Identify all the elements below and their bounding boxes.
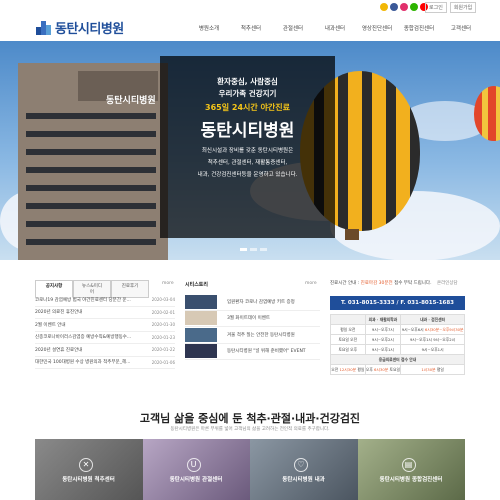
list-item[interactable]: 대한민국 100대병원 수상 병원의과 척추부문_헤... 2020-01-06: [35, 357, 175, 369]
list-item[interactable]: 코로나19 감염예방 범국 야간진료센터 당분간 운... 2020-03-04: [35, 294, 175, 307]
hero-desc1: 최신시설과 장비를 갖춘 동탄시티병원은: [201, 148, 294, 154]
thumbnail: [185, 311, 217, 326]
nav-item-joint[interactable]: 관절센터: [272, 24, 314, 32]
sns-title: 시티스토리: [185, 282, 209, 288]
join-link[interactable]: 회원가입: [449, 2, 477, 13]
thumbnail: [185, 327, 217, 342]
center-card-joint[interactable]: U 동탄시티병원 관절센터: [142, 439, 250, 500]
list-item[interactable]: 신종코로나바이러스감염증 예방수칙&예방행동수... 2020-01-23: [35, 332, 175, 344]
facebook-icon[interactable]: [390, 3, 398, 11]
notice-more-link[interactable]: more: [162, 281, 174, 286]
list-item[interactable]: 동탄시티병원 "널 위해 준비했어" EVENT: [185, 344, 320, 360]
list-item[interactable]: 겨울 척추 질는 안전한 동탄시티병원: [185, 327, 320, 344]
hero-desc3: 내과, 건강검진센터등을 운영하고 있습니다.: [197, 172, 298, 178]
hero-banner: 동탄시티병원 환자중심, 사람중심 우리가족 건강지기 365일 24시간 야간…: [0, 41, 500, 260]
center-card-checkup[interactable]: ▤ 동탄시티병원 종합검진센터: [357, 439, 465, 500]
kakao-icon[interactable]: [380, 3, 388, 11]
blog-icon[interactable]: [410, 3, 418, 11]
login-link[interactable]: 로그인: [425, 2, 447, 13]
social-links: [380, 3, 428, 11]
util-menu: 로그인 회원가입: [425, 2, 477, 13]
building-sign: 동탄시티병원: [106, 96, 156, 106]
hero-title: 동탄시티병원: [200, 121, 295, 141]
center-card-internal[interactable]: ♡ 동탄시티병원 내과: [250, 439, 358, 500]
hospital-building-image: 동탄시티병원: [18, 63, 168, 260]
thumbnail: [185, 294, 217, 309]
slider-dot[interactable]: [260, 248, 267, 251]
info-section: 공지사항 뉴스&미디어 진료후기 more 코로나19 감염예방 범국 야간진료…: [0, 270, 500, 390]
instagram-icon[interactable]: [400, 3, 408, 11]
center-cards: ✕ 동탄시티병원 척추센터 U 동탄시티병원 관절센터 ♡ 동탄시티병원 내과 …: [35, 439, 465, 500]
logo[interactable]: 동탄시티병원: [36, 18, 124, 37]
nav-item-internal[interactable]: 내과센터: [314, 24, 356, 32]
centers-section: 고객님 삶을 중심에 둔 척추·관절·내과·건강검진 동탄시티병원은 마른 부위…: [0, 400, 500, 500]
logo-text: 동탄시티병원: [55, 22, 124, 37]
schedule-table: 외과 · 재활의학과 내과 · 검진센터 평일 오전 9시~오후7시 9시~오후6시 …: [330, 314, 465, 375]
nav-item-imaging[interactable]: 영상진단센터: [356, 24, 398, 32]
spine-icon: ✕: [79, 458, 93, 472]
main-nav: 병원소개 척추센터 관절센터 내과센터 영상진단센터 종합검진센터 고객센터: [188, 24, 482, 32]
hero-line2: 우리가족 건강지기: [218, 89, 277, 98]
sns-more-link[interactable]: more: [305, 281, 317, 286]
clipboard-icon: ▤: [401, 458, 416, 472]
stethoscope-icon: ♡: [294, 458, 308, 472]
phone-bar: T. 031-8015-3333 / F. 031-8015-1683: [330, 296, 465, 310]
hero-line1: 환자중심, 사람중심: [217, 77, 278, 86]
list-item[interactable]: 2020년 설연휴 진료안내 2020-01-22: [35, 344, 175, 357]
centers-subtitle: 동탄시티병원은 마른 부위를 넓어 고객님의 삶을 고려하는 전인적 의료를 추…: [170, 427, 330, 432]
list-item[interactable]: 2020년 의료진 휴진안내 2020-02-01: [35, 307, 175, 319]
list-item[interactable]: 2월 이벤트 안내 2020-01-30: [35, 319, 175, 332]
sns-list: 입원환자 코로나 감염예방 키트 증정 3월 화이트데이 이벤트 겨울 척추 질…: [185, 294, 320, 360]
joint-icon: U: [186, 458, 201, 472]
top-bar: 동탄시티병원 로그인 회원가입 병원소개 척추센터 관절센터 내과센터 영상진단…: [0, 0, 500, 40]
thumbnail: [185, 344, 217, 359]
nav-item-spine[interactable]: 척추센터: [230, 24, 272, 32]
logo-mark-icon: [36, 20, 52, 35]
hero-desc2: 척추센터, 관절센터, 재활통증센터,: [207, 160, 288, 166]
nav-item-checkup[interactable]: 종합검진센터: [398, 24, 440, 32]
nav-item-customer[interactable]: 고객센터: [440, 24, 482, 32]
schedule-panel: 진료시간 안내 : 진료마감 30분전 접수 부탁 드립니다. 온라인상담 T.…: [330, 280, 465, 375]
slider-pager: [240, 248, 267, 251]
list-item[interactable]: 3월 화이트데이 이벤트: [185, 311, 320, 327]
slider-dot[interactable]: [250, 248, 257, 251]
online-consult-link[interactable]: 온라인상담: [437, 281, 458, 286]
hero-line3: 365일 24시간 야간진료: [205, 103, 290, 112]
hero-text-box: 환자중심, 사람중심 우리가족 건강지기 365일 24시간 야간진료 동탄시티…: [160, 56, 335, 238]
notice-list: 코로나19 감염예방 범국 야간진료센터 당분간 운... 2020-03-04 …: [35, 294, 175, 369]
centers-title: 고객님 삶을 중심에 둔 척추·관절·내과·건강검진: [139, 412, 361, 425]
list-item[interactable]: 입원환자 코로나 감염예방 키트 증정: [185, 294, 320, 311]
slider-dot[interactable]: [240, 248, 247, 251]
nav-item-about[interactable]: 병원소개: [188, 24, 230, 32]
center-card-spine[interactable]: ✕ 동탄시티병원 척추센터: [35, 439, 143, 500]
schedule-label: 진료시간 안내 : 진료마감 30분전 접수 부탁 드립니다. 온라인상담: [330, 281, 458, 286]
